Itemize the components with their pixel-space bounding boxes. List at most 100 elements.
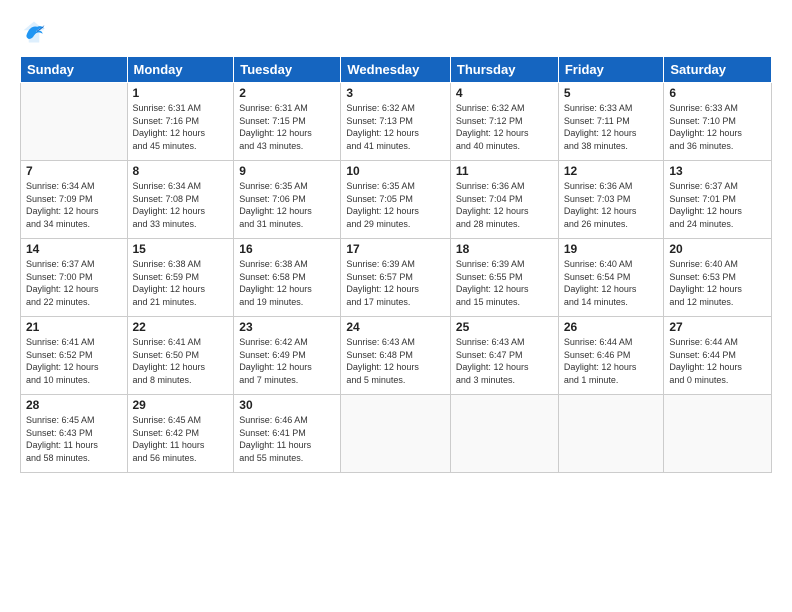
day-cell: 29 Sunrise: 6:45 AM Sunset: 6:42 PM Dayli… [127, 395, 234, 473]
week-row-5: 28 Sunrise: 6:45 AM Sunset: 6:43 PM Dayli… [21, 395, 772, 473]
day-number: 17 [346, 242, 445, 256]
day-info: Sunrise: 6:43 AM Sunset: 6:47 PM Dayligh… [456, 336, 553, 386]
weekday-monday: Monday [127, 57, 234, 83]
day-number: 18 [456, 242, 553, 256]
day-number: 6 [669, 86, 766, 100]
day-number: 16 [239, 242, 335, 256]
day-number: 10 [346, 164, 445, 178]
day-number: 20 [669, 242, 766, 256]
page: SundayMondayTuesdayWednesdayThursdayFrid… [0, 0, 792, 612]
header [20, 18, 772, 46]
weekday-wednesday: Wednesday [341, 57, 451, 83]
day-cell: 18 Sunrise: 6:39 AM Sunset: 6:55 PM Dayli… [450, 239, 558, 317]
day-info: Sunrise: 6:33 AM Sunset: 7:10 PM Dayligh… [669, 102, 766, 152]
day-info: Sunrise: 6:32 AM Sunset: 7:13 PM Dayligh… [346, 102, 445, 152]
day-cell: 16Sunrise: 6:38 AM Sunset: 6:58 PM Dayli… [234, 239, 341, 317]
calendar: SundayMondayTuesdayWednesdayThursdayFrid… [20, 56, 772, 473]
day-cell: 14 Sunrise: 6:37 AM Sunset: 7:00 PM Dayli… [21, 239, 128, 317]
day-info: Sunrise: 6:39 AM Sunset: 6:57 PM Dayligh… [346, 258, 445, 308]
day-cell [558, 395, 664, 473]
day-number: 29 [133, 398, 229, 412]
day-number: 8 [133, 164, 229, 178]
day-number: 9 [239, 164, 335, 178]
day-cell: 30 Sunrise: 6:46 AM Sunset: 6:41 PM Dayli… [234, 395, 341, 473]
day-info: Sunrise: 6:35 AM Sunset: 7:06 PM Dayligh… [239, 180, 335, 230]
day-cell: 20 Sunrise: 6:40 AM Sunset: 6:53 PM Dayli… [664, 239, 772, 317]
day-number: 11 [456, 164, 553, 178]
day-info: Sunrise: 6:38 AM Sunset: 6:59 PM Dayligh… [133, 258, 229, 308]
day-info: Sunrise: 6:43 AM Sunset: 6:48 PM Dayligh… [346, 336, 445, 386]
week-row-4: 21 Sunrise: 6:41 AM Sunset: 6:52 PM Dayli… [21, 317, 772, 395]
day-number: 4 [456, 86, 553, 100]
day-info: Sunrise: 6:41 AM Sunset: 6:52 PM Dayligh… [26, 336, 122, 386]
day-cell: 26Sunrise: 6:44 AM Sunset: 6:46 PM Dayli… [558, 317, 664, 395]
day-number: 15 [133, 242, 229, 256]
day-cell: 17 Sunrise: 6:39 AM Sunset: 6:57 PM Dayli… [341, 239, 451, 317]
day-info: Sunrise: 6:35 AM Sunset: 7:05 PM Dayligh… [346, 180, 445, 230]
day-info: Sunrise: 6:46 AM Sunset: 6:41 PM Dayligh… [239, 414, 335, 464]
day-info: Sunrise: 6:40 AM Sunset: 6:53 PM Dayligh… [669, 258, 766, 308]
day-info: Sunrise: 6:34 AM Sunset: 7:08 PM Dayligh… [133, 180, 229, 230]
day-info: Sunrise: 6:36 AM Sunset: 7:04 PM Dayligh… [456, 180, 553, 230]
day-cell: 9 Sunrise: 6:35 AM Sunset: 7:06 PM Daylig… [234, 161, 341, 239]
day-cell: 21 Sunrise: 6:41 AM Sunset: 6:52 PM Dayli… [21, 317, 128, 395]
day-info: Sunrise: 6:45 AM Sunset: 6:42 PM Dayligh… [133, 414, 229, 464]
day-cell: 25 Sunrise: 6:43 AM Sunset: 6:47 PM Dayli… [450, 317, 558, 395]
day-info: Sunrise: 6:33 AM Sunset: 7:11 PM Dayligh… [564, 102, 659, 152]
day-number: 25 [456, 320, 553, 334]
day-number: 14 [26, 242, 122, 256]
day-cell: 28 Sunrise: 6:45 AM Sunset: 6:43 PM Dayli… [21, 395, 128, 473]
day-cell [21, 83, 128, 161]
day-cell: 15 Sunrise: 6:38 AM Sunset: 6:59 PM Dayli… [127, 239, 234, 317]
day-cell [341, 395, 451, 473]
day-number: 19 [564, 242, 659, 256]
day-number: 22 [133, 320, 229, 334]
day-number: 1 [133, 86, 229, 100]
day-number: 3 [346, 86, 445, 100]
day-cell [664, 395, 772, 473]
day-cell: 3 Sunrise: 6:32 AM Sunset: 7:13 PM Daylig… [341, 83, 451, 161]
day-info: Sunrise: 6:45 AM Sunset: 6:43 PM Dayligh… [26, 414, 122, 464]
week-row-3: 14 Sunrise: 6:37 AM Sunset: 7:00 PM Dayli… [21, 239, 772, 317]
day-cell: 27 Sunrise: 6:44 AM Sunset: 6:44 PM Dayli… [664, 317, 772, 395]
day-cell: 11 Sunrise: 6:36 AM Sunset: 7:04 PM Dayli… [450, 161, 558, 239]
day-info: Sunrise: 6:36 AM Sunset: 7:03 PM Dayligh… [564, 180, 659, 230]
day-info: Sunrise: 6:32 AM Sunset: 7:12 PM Dayligh… [456, 102, 553, 152]
day-number: 23 [239, 320, 335, 334]
day-cell: 4 Sunrise: 6:32 AM Sunset: 7:12 PM Daylig… [450, 83, 558, 161]
day-number: 12 [564, 164, 659, 178]
day-cell: 7 Sunrise: 6:34 AM Sunset: 7:09 PM Daylig… [21, 161, 128, 239]
day-info: Sunrise: 6:41 AM Sunset: 6:50 PM Dayligh… [133, 336, 229, 386]
day-cell [450, 395, 558, 473]
day-cell: 12 Sunrise: 6:36 AM Sunset: 7:03 PM Dayli… [558, 161, 664, 239]
day-cell: 1 Sunrise: 6:31 AM Sunset: 7:16 PM Daylig… [127, 83, 234, 161]
weekday-saturday: Saturday [664, 57, 772, 83]
day-number: 24 [346, 320, 445, 334]
day-cell: 19 Sunrise: 6:40 AM Sunset: 6:54 PM Dayli… [558, 239, 664, 317]
day-cell: 24 Sunrise: 6:43 AM Sunset: 6:48 PM Dayli… [341, 317, 451, 395]
day-info: Sunrise: 6:39 AM Sunset: 6:55 PM Dayligh… [456, 258, 553, 308]
day-info: Sunrise: 6:37 AM Sunset: 7:01 PM Dayligh… [669, 180, 766, 230]
weekday-thursday: Thursday [450, 57, 558, 83]
day-info: Sunrise: 6:40 AM Sunset: 6:54 PM Dayligh… [564, 258, 659, 308]
day-info: Sunrise: 6:37 AM Sunset: 7:00 PM Dayligh… [26, 258, 122, 308]
day-info: Sunrise: 6:44 AM Sunset: 6:44 PM Dayligh… [669, 336, 766, 386]
day-info: Sunrise: 6:31 AM Sunset: 7:15 PM Dayligh… [239, 102, 335, 152]
day-number: 30 [239, 398, 335, 412]
day-number: 26 [564, 320, 659, 334]
day-number: 13 [669, 164, 766, 178]
day-number: 7 [26, 164, 122, 178]
day-info: Sunrise: 6:31 AM Sunset: 7:16 PM Dayligh… [133, 102, 229, 152]
day-cell: 13 Sunrise: 6:37 AM Sunset: 7:01 PM Dayli… [664, 161, 772, 239]
day-number: 2 [239, 86, 335, 100]
day-number: 28 [26, 398, 122, 412]
weekday-friday: Friday [558, 57, 664, 83]
week-row-1: 1 Sunrise: 6:31 AM Sunset: 7:16 PM Daylig… [21, 83, 772, 161]
day-number: 27 [669, 320, 766, 334]
day-number: 21 [26, 320, 122, 334]
day-cell: 10 Sunrise: 6:35 AM Sunset: 7:05 PM Dayli… [341, 161, 451, 239]
day-info: Sunrise: 6:34 AM Sunset: 7:09 PM Dayligh… [26, 180, 122, 230]
weekday-tuesday: Tuesday [234, 57, 341, 83]
logo [20, 18, 52, 46]
day-info: Sunrise: 6:42 AM Sunset: 6:49 PM Dayligh… [239, 336, 335, 386]
